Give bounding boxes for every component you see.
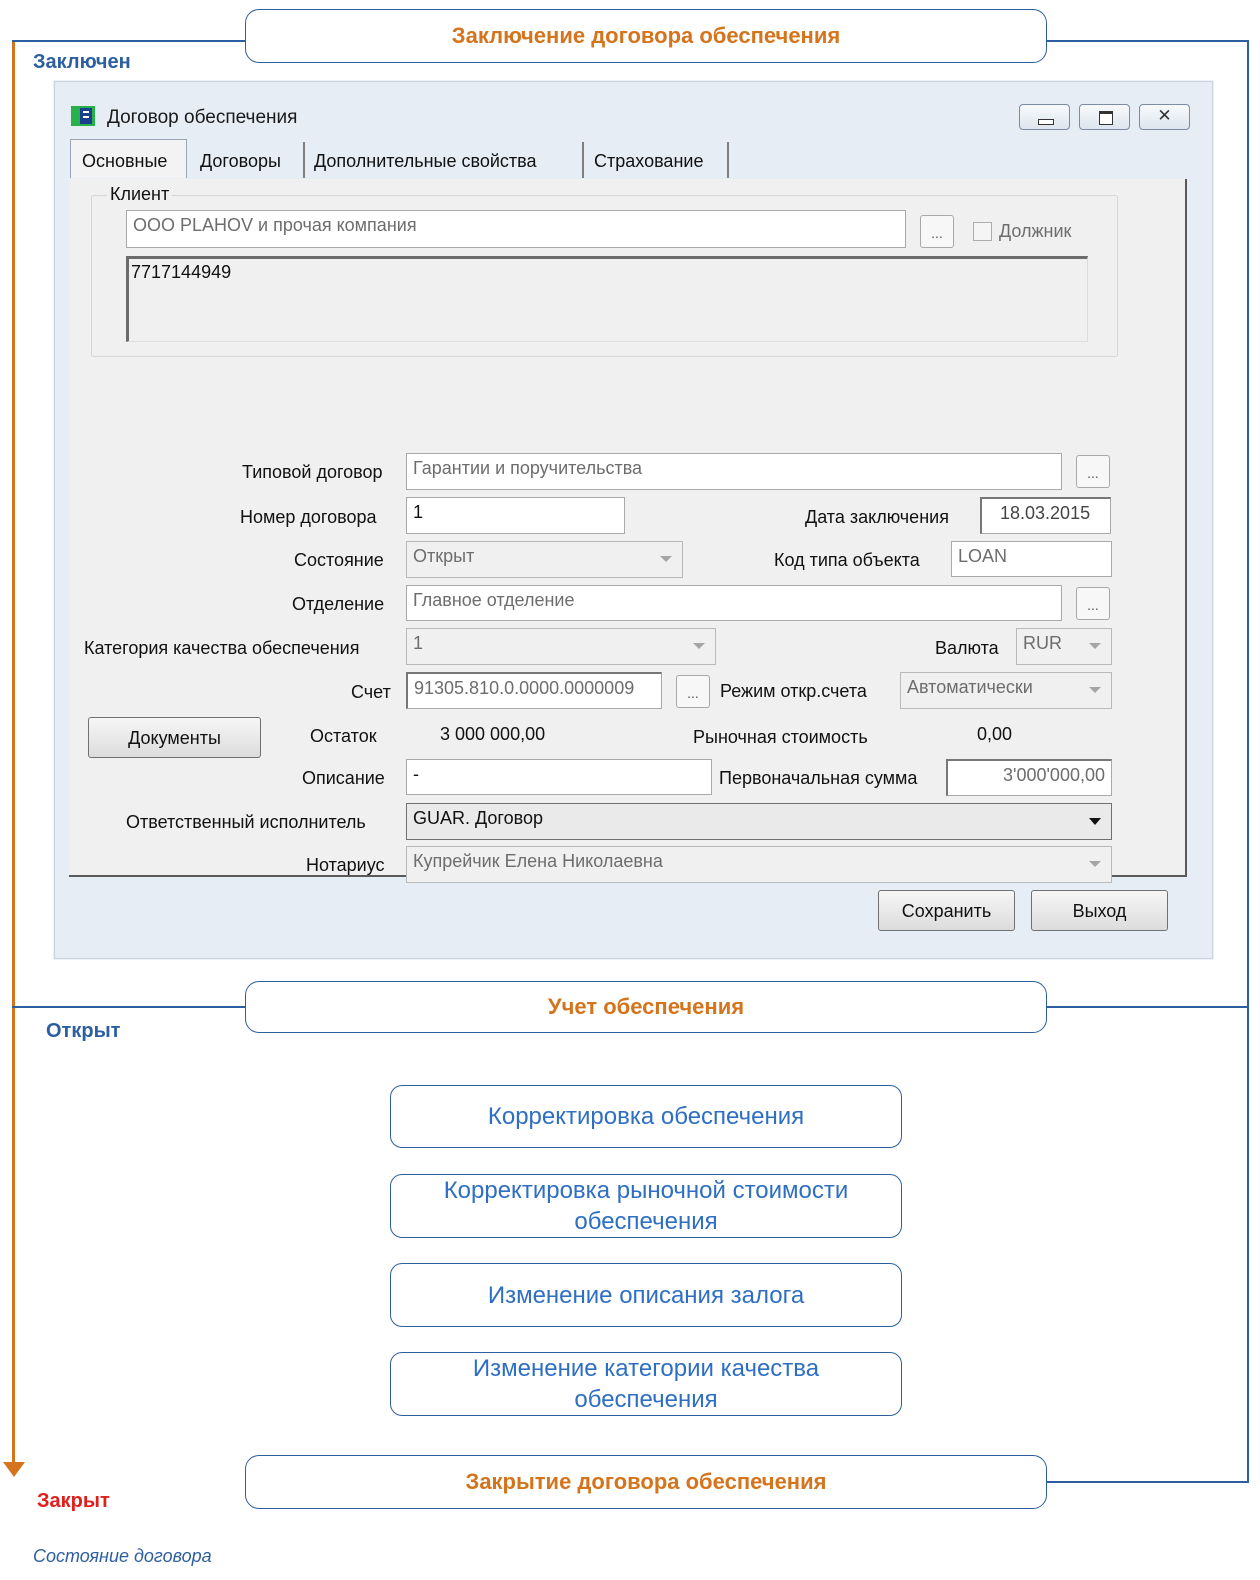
balance-value: 3 000 000,00 bbox=[440, 724, 546, 744]
tab-insurance[interactable]: Страхование bbox=[584, 142, 729, 178]
object-type-field[interactable]: LOAN bbox=[951, 541, 1112, 577]
client-name-field[interactable]: ООО PLAHOV и прочая компания bbox=[126, 210, 906, 248]
stage-line-left bbox=[12, 1006, 247, 1008]
state-closed: Закрыт bbox=[37, 1490, 110, 1512]
action-change-quality-category-label: Изменение категории качества обеспечения bbox=[472, 1355, 820, 1413]
branch-select-button[interactable]: ... bbox=[1076, 587, 1110, 620]
action-change-pledge-description[interactable]: Изменение описания залога bbox=[390, 1263, 902, 1327]
client-info-memo: 7717144949 bbox=[126, 256, 1088, 342]
currency-value: RUR bbox=[1023, 633, 1062, 653]
stage-line-left bbox=[12, 40, 247, 42]
state-select[interactable]: Открыт bbox=[406, 541, 683, 578]
notary-value: Купрейчик Елена Николаевна bbox=[413, 851, 663, 871]
state-concluded: Заключен bbox=[33, 51, 131, 73]
account-mode-label: Режим откр.счета bbox=[720, 681, 867, 701]
description-field[interactable]: - bbox=[406, 759, 712, 795]
balance-label: Остаток bbox=[310, 726, 377, 746]
close-icon: ✕ bbox=[1157, 106, 1172, 125]
object-type-label: Код типа объекта bbox=[774, 550, 920, 570]
quality-category-select[interactable]: 1 bbox=[406, 628, 716, 665]
quality-category-value: 1 bbox=[413, 633, 424, 653]
typical-contract-select-button[interactable]: ... bbox=[1076, 455, 1110, 488]
executor-select[interactable]: GUAR. Договор bbox=[406, 803, 1112, 840]
conclusion-date-label: Дата заключения bbox=[805, 507, 949, 527]
stage-line-right bbox=[1044, 1006, 1249, 1008]
executor-label: Ответственный исполнитель bbox=[126, 812, 366, 832]
minimize-button[interactable] bbox=[1019, 104, 1070, 130]
market-value-value: 0,00 bbox=[977, 724, 1013, 744]
description-label: Описание bbox=[302, 768, 385, 788]
stage-close: Закрытие договора обеспечения bbox=[245, 1455, 1047, 1509]
conclusion-date-field[interactable]: 18.03.2015 bbox=[980, 497, 1111, 534]
initial-sum-label: Первоначальная сумма bbox=[719, 768, 918, 788]
state-open: Открыт bbox=[46, 1020, 121, 1042]
maximize-button[interactable] bbox=[1079, 104, 1130, 130]
exit-button[interactable]: Выход bbox=[1031, 890, 1168, 931]
initial-sum-field[interactable]: 3'000'000,00 bbox=[946, 759, 1112, 796]
main-tab-panel: Клиент ООО PLAHOV и прочая компания ... … bbox=[69, 179, 1187, 883]
stage-conclude: Заключение договора обеспечения bbox=[245, 9, 1047, 63]
currency-select[interactable]: RUR bbox=[1016, 628, 1112, 665]
state-label: Состояние bbox=[294, 550, 384, 570]
collateral-contract-window: Договор обеспечения ✕ Основные Договоры … bbox=[54, 81, 1213, 959]
save-button[interactable]: Сохранить bbox=[878, 890, 1015, 931]
window-title: Договор обеспечения bbox=[107, 107, 298, 128]
account-select-button[interactable]: ... bbox=[676, 675, 710, 708]
tab-extra-properties[interactable]: Дополнительные свойства bbox=[305, 142, 584, 178]
tab-main[interactable]: Основные bbox=[70, 139, 187, 178]
figure-caption: Состояние договора bbox=[33, 1546, 212, 1566]
state-flow-line bbox=[12, 40, 15, 1465]
app-window-icon bbox=[71, 106, 95, 126]
typical-contract-field[interactable]: Гарантии и поручительства bbox=[406, 453, 1062, 490]
chevron-down-icon bbox=[1089, 818, 1101, 825]
frame-right-line bbox=[1247, 40, 1249, 1483]
branch-field[interactable]: Главное отделение bbox=[406, 585, 1062, 621]
state-flow-arrow-icon bbox=[3, 1462, 25, 1477]
state-select-value: Открыт bbox=[413, 546, 475, 566]
documents-button[interactable]: Документы bbox=[88, 717, 261, 758]
close-button[interactable]: ✕ bbox=[1139, 104, 1190, 130]
stage-accounting: Учет обеспечения bbox=[245, 981, 1047, 1033]
action-change-quality-category[interactable]: Изменение категории качества обеспечения bbox=[390, 1352, 902, 1416]
chevron-down-icon bbox=[1089, 861, 1101, 867]
contract-number-label: Номер договора bbox=[240, 507, 377, 527]
chevron-down-icon bbox=[660, 556, 672, 562]
action-correct-market-value-label: Корректировка рыночной стоимости обеспеч… bbox=[443, 1177, 849, 1235]
chevron-down-icon bbox=[693, 643, 705, 649]
debtor-checkbox[interactable] bbox=[973, 222, 992, 241]
client-select-button[interactable]: ... bbox=[920, 215, 954, 248]
typical-contract-label: Типовой договор bbox=[242, 462, 383, 482]
account-mode-select[interactable]: Автоматически bbox=[900, 672, 1112, 709]
market-value-label: Рыночная стоимость bbox=[693, 727, 868, 747]
quality-category-label: Категория качества обеспечения bbox=[84, 638, 360, 658]
executor-value: GUAR. Договор bbox=[413, 808, 543, 828]
currency-label: Валюта bbox=[935, 638, 999, 658]
notary-select[interactable]: Купрейчик Елена Николаевна bbox=[406, 846, 1112, 883]
stage-line-right bbox=[1044, 40, 1249, 42]
action-correct-collateral[interactable]: Корректировка обеспечения bbox=[390, 1085, 902, 1148]
chevron-down-icon bbox=[1089, 643, 1101, 649]
client-group-legend: Клиент bbox=[107, 184, 173, 205]
account-mode-value: Автоматически bbox=[907, 677, 1033, 697]
branch-label: Отделение bbox=[292, 594, 385, 614]
debtor-label: Должник bbox=[999, 221, 1072, 241]
stage-line-right bbox=[1044, 1481, 1249, 1483]
account-field[interactable]: 91305.810.0.0000.0000009 bbox=[406, 672, 662, 709]
account-label: Счет bbox=[351, 682, 391, 702]
contract-number-field[interactable]: 1 bbox=[406, 497, 625, 534]
chevron-down-icon bbox=[1089, 687, 1101, 693]
notary-label: Нотариус bbox=[306, 855, 385, 875]
action-correct-market-value[interactable]: Корректировка рыночной стоимости обеспеч… bbox=[390, 1174, 902, 1238]
tab-contracts[interactable]: Договоры bbox=[187, 142, 305, 178]
client-group: Клиент ООО PLAHOV и прочая компания ... … bbox=[91, 184, 1118, 357]
